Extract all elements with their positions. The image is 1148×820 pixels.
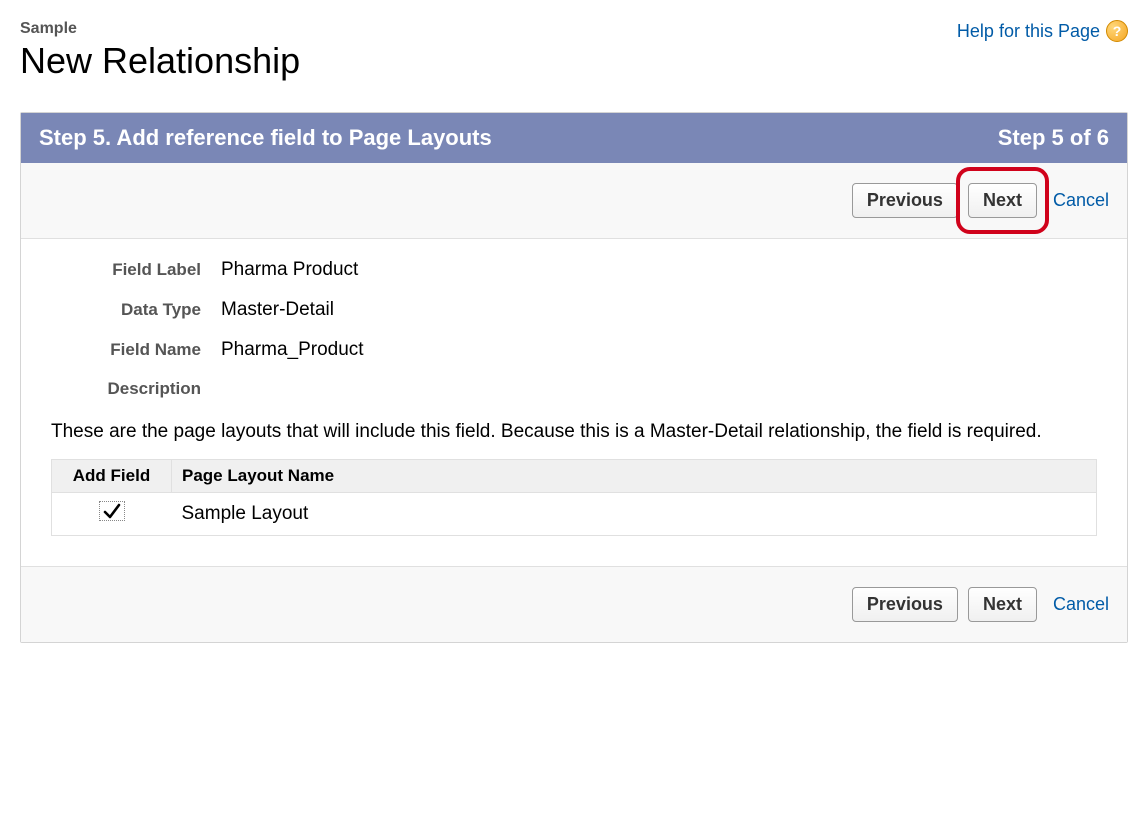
step-title: Step 5. Add reference field to Page Layo… [39, 125, 492, 151]
cell-layout-name: Sample Layout [172, 492, 1097, 535]
label-data-type: Data Type [51, 300, 221, 320]
page-title: New Relationship [20, 40, 300, 82]
step-header: Step 5. Add reference field to Page Layo… [21, 113, 1127, 163]
instruction-text: These are the page layouts that will inc… [51, 419, 1097, 445]
label-field-name: Field Name [51, 340, 221, 360]
next-button-bottom[interactable]: Next [968, 587, 1037, 622]
help-link[interactable]: Help for this Page ? [957, 20, 1128, 42]
value-data-type: Master-Detail [221, 299, 334, 321]
next-button[interactable]: Next [968, 183, 1037, 218]
label-field-label: Field Label [51, 260, 221, 280]
help-icon: ? [1106, 20, 1128, 42]
cancel-link-bottom[interactable]: Cancel [1053, 594, 1109, 615]
object-name: Sample [20, 20, 300, 38]
button-bar-top: Previous Next Cancel [21, 163, 1127, 239]
table-row: Sample Layout [52, 492, 1097, 535]
wizard-container: Step 5. Add reference field to Page Layo… [20, 112, 1128, 643]
cancel-link[interactable]: Cancel [1053, 190, 1109, 211]
col-header-add-field: Add Field [52, 459, 172, 492]
field-row-fieldname: Field Name Pharma_Product [51, 339, 1097, 361]
header-left: Sample New Relationship [20, 20, 300, 82]
field-row-label: Field Label Pharma Product [51, 259, 1097, 281]
previous-button[interactable]: Previous [852, 183, 958, 218]
field-row-description: Description [51, 379, 1097, 399]
field-row-datatype: Data Type Master-Detail [51, 299, 1097, 321]
button-bar-bottom: Previous Next Cancel [21, 566, 1127, 642]
label-description: Description [51, 379, 221, 399]
cell-add-field [52, 492, 172, 535]
layout-table: Add Field Page Layout Name Sample Layout [51, 459, 1097, 536]
col-header-layout-name: Page Layout Name [172, 459, 1097, 492]
content-area: Field Label Pharma Product Data Type Mas… [21, 239, 1127, 566]
page-header: Sample New Relationship Help for this Pa… [20, 20, 1128, 82]
previous-button-bottom[interactable]: Previous [852, 587, 958, 622]
value-field-name: Pharma_Product [221, 339, 364, 361]
locked-checkbox [99, 501, 125, 521]
value-field-label: Pharma Product [221, 259, 358, 281]
help-link-text: Help for this Page [957, 21, 1100, 42]
checkmark-icon [103, 503, 121, 519]
step-counter: Step 5 of 6 [998, 125, 1109, 151]
